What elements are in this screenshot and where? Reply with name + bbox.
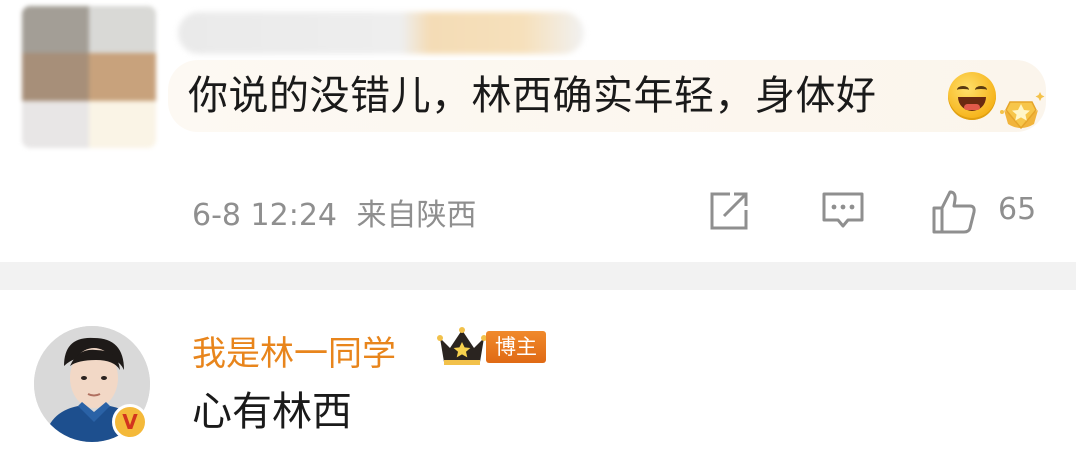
like-count: 65	[998, 192, 1037, 227]
username-blurred[interactable]	[178, 12, 584, 54]
comment-icon[interactable]	[820, 188, 866, 234]
crown-icon	[437, 327, 487, 365]
comment-location: 来自陕西	[356, 198, 477, 233]
section-divider	[0, 262, 1076, 290]
blogger-tag: 博主	[486, 331, 546, 363]
comment-item: 你说的没错儿，林西确实年轻，身体好 6-8 12:24 来自陕西 65	[0, 0, 1076, 262]
comment-text: 你说的没错儿，林西确实年轻，身体好	[188, 73, 877, 119]
comment-text: 心有林西	[192, 389, 352, 435]
comment-meta: 6-8 12:24 来自陕西	[192, 190, 477, 234]
star-badge-icon	[1000, 92, 1045, 130]
username[interactable]: 我是林一同学	[192, 326, 396, 375]
like-icon[interactable]	[930, 188, 980, 236]
share-icon[interactable]	[706, 188, 752, 234]
grin-emoji-icon	[948, 72, 996, 120]
verified-badge-icon: V	[112, 404, 148, 440]
avatar-blurred[interactable]	[22, 6, 156, 148]
comment-date: 6-8 12:24	[192, 198, 337, 233]
